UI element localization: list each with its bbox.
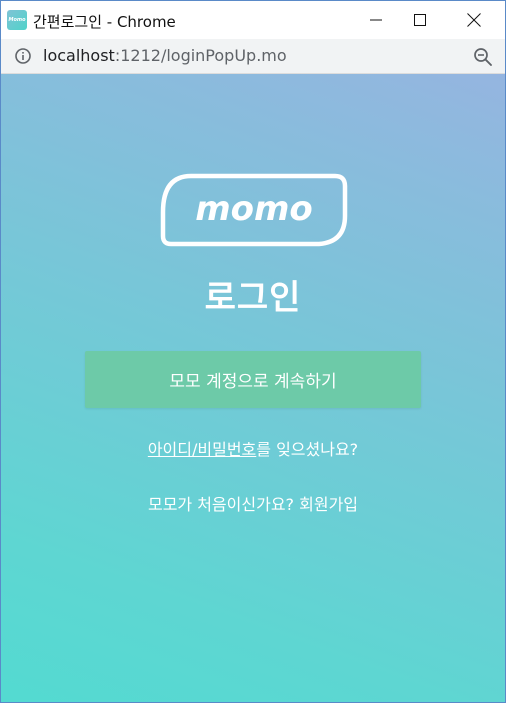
momo-logo: momo	[160, 173, 348, 247]
minimize-button[interactable]	[353, 1, 399, 39]
logo-text: momo	[195, 189, 313, 229]
app-logo-icon: Momo	[7, 10, 27, 30]
window-title: 간편로그인 - Chrome	[33, 13, 176, 31]
continue-button-label: 모모 계정으로 계속하기	[169, 372, 337, 392]
forgot-id-password-link[interactable]: 아이디/비밀번호	[148, 440, 256, 459]
url-path: :1212/loginPopUp.mo	[114, 46, 287, 65]
zoom-out-icon[interactable]	[473, 47, 493, 67]
address-bar[interactable]: localhost:1212/loginPopUp.mo	[1, 39, 505, 74]
signup-text: 모모가 처음이신가요? 회원가입	[1, 491, 505, 515]
browser-window: Momo 간편로그인 - Chrome localhost:1212/login…	[0, 0, 506, 703]
minimize-icon	[370, 19, 382, 21]
signup-link[interactable]: 회원가입	[299, 495, 358, 514]
close-button[interactable]	[451, 1, 497, 39]
maximize-icon	[414, 14, 426, 26]
continue-with-momo-button[interactable]: 모모 계정으로 계속하기	[85, 351, 421, 408]
title-bar[interactable]: Momo 간편로그인 - Chrome	[1, 1, 505, 39]
url-field[interactable]: localhost:1212/loginPopUp.mo	[43, 46, 287, 65]
forgot-suffix: 를 잊으셨나요?	[256, 440, 359, 459]
page-title: 로그인	[204, 278, 302, 318]
maximize-button[interactable]	[397, 1, 443, 39]
url-host: localhost	[43, 46, 115, 65]
close-icon	[467, 13, 481, 27]
info-icon[interactable]	[15, 48, 31, 64]
forgot-credentials-text: 아이디/비밀번호를 잊으셨나요?	[1, 436, 505, 460]
login-page: momo 로그인 모모 계정으로 계속하기 아이디/비밀번호를 잊으셨나요? 모…	[1, 74, 505, 702]
signup-prompt: 모모가 처음이신가요?	[147, 495, 295, 514]
